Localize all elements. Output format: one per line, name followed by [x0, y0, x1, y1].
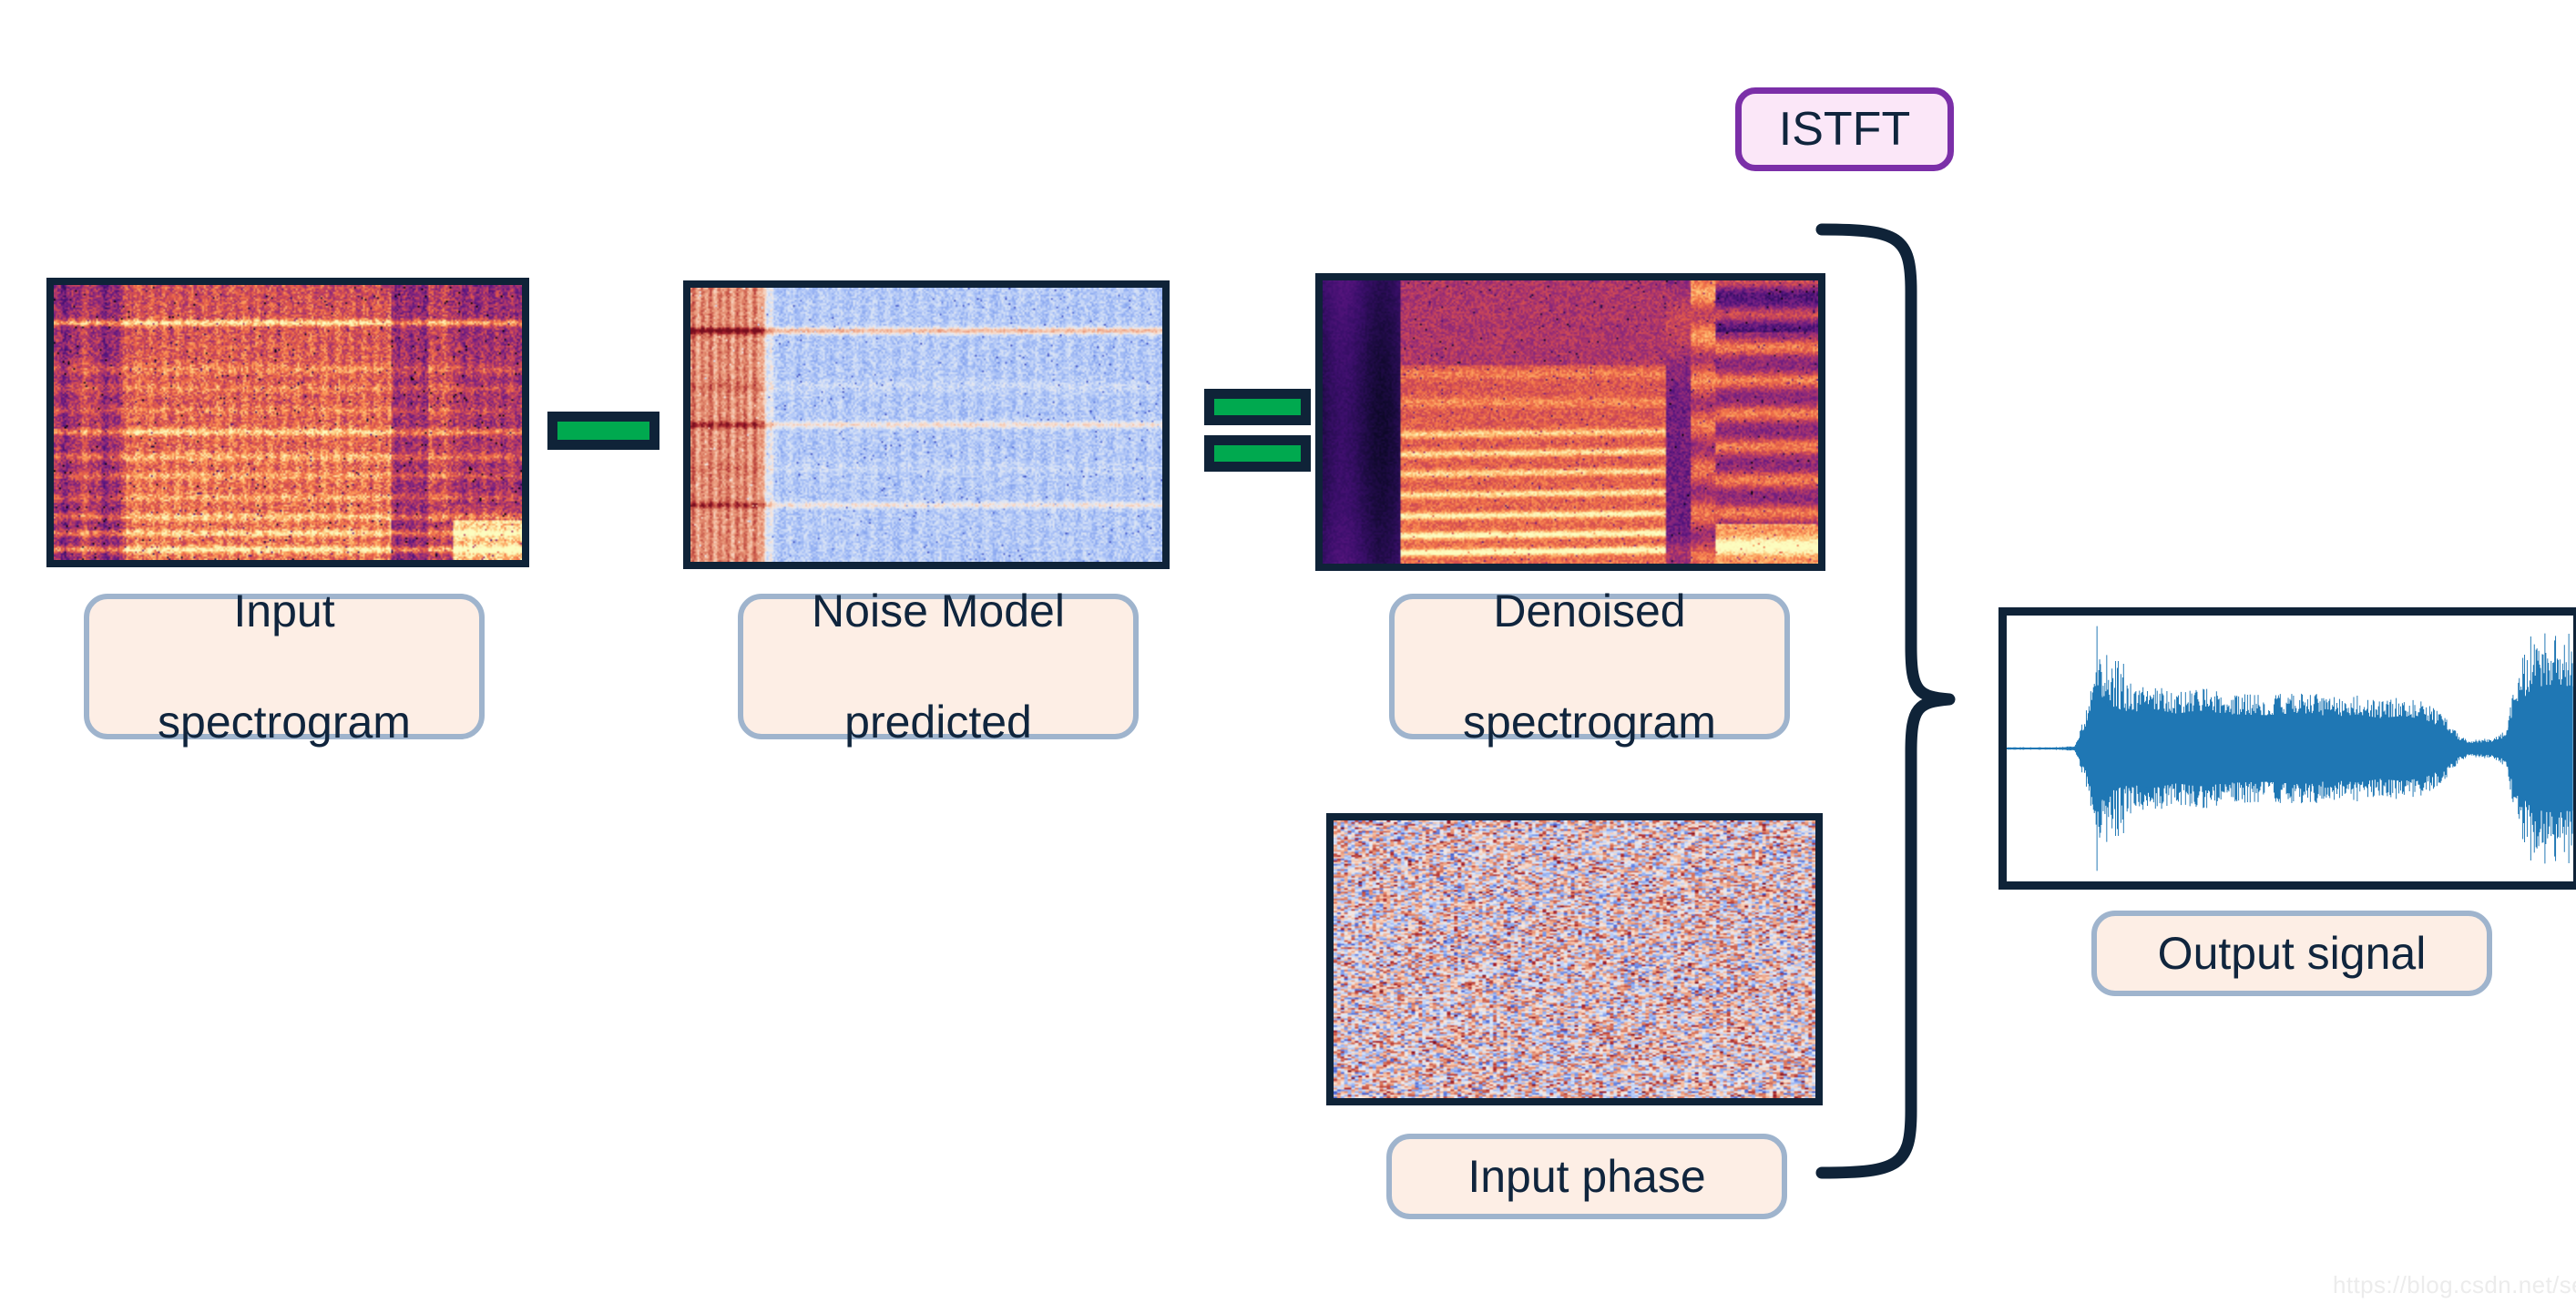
label-noise-model: Noise Model predicted: [738, 585, 1139, 748]
label-input-spectrogram-line2: spectrogram: [158, 696, 411, 748]
noise-model-image: [690, 288, 1162, 562]
input-spectrogram-panel: [46, 278, 529, 567]
label-input-phase-text: Input phase: [1467, 1150, 1706, 1202]
diagram-canvas: ISTFT Input spectrogram Noise Model pred…: [0, 0, 2576, 1303]
label-output-signal-text: Output signal: [2157, 927, 2427, 979]
equals-operator-top: [1204, 389, 1311, 425]
input-spectrogram-image: [54, 285, 522, 560]
equals-operator-bottom: [1204, 435, 1311, 472]
label-input-spectrogram: Input spectrogram: [84, 585, 485, 748]
output-signal-panel: [1998, 607, 2576, 890]
denoised-spectrogram-image: [1323, 280, 1818, 564]
label-denoised-line1: Denoised: [1493, 585, 1686, 636]
watermark: https://blog.csdn.net/search_129_hr: [2333, 1271, 2576, 1298]
istft-node[interactable]: ISTFT: [1735, 87, 1954, 171]
label-input-spectrogram-line1: Input: [233, 585, 335, 636]
denoised-spectrogram-panel: [1315, 273, 1825, 571]
minus-operator: [547, 412, 659, 450]
input-phase-panel: [1326, 813, 1823, 1105]
label-noise-model-line1: Noise Model: [812, 585, 1065, 636]
istft-brace: [1813, 219, 1968, 1184]
label-input-phase: Input phase: [1386, 1134, 1787, 1219]
input-phase-image: [1334, 820, 1815, 1098]
noise-model-panel: [683, 280, 1170, 569]
output-signal-waveform: [2007, 626, 2573, 871]
label-noise-model-line2: predicted: [844, 696, 1032, 748]
label-output-signal: Output signal: [2091, 911, 2492, 996]
label-denoised-spectrogram: Denoised spectrogram: [1389, 585, 1790, 748]
label-denoised-line2: spectrogram: [1463, 696, 1716, 748]
istft-label: ISTFT: [1778, 103, 1911, 156]
